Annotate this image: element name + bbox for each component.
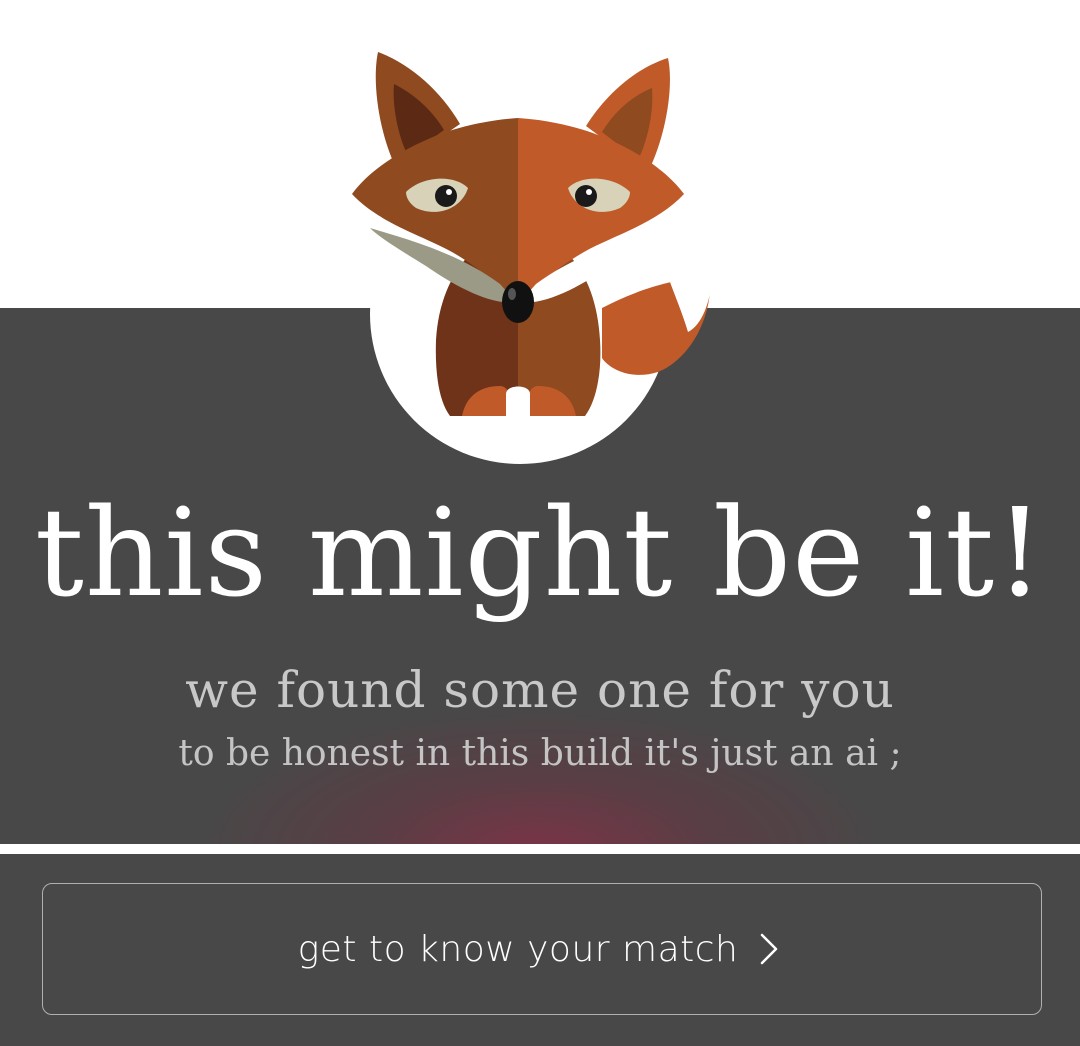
button-label: get to know your match [297,928,739,970]
disclaimer-note: to be honest in this build it's just an … [178,733,902,774]
divider [0,844,1080,854]
subheadline: we found some one for you [185,661,895,719]
fox-chest-notch [506,386,530,416]
get-to-know-match-button[interactable]: get to know your match [42,883,1042,1015]
fox-pupil-left [435,185,457,207]
headline: this might be it! [34,482,1046,624]
chevron-right-icon [761,933,778,965]
fox-pupil-right [575,185,597,207]
fox-mascot-icon [352,52,712,416]
fox-nose [502,281,534,323]
match-found-screen: this might be it! we found some one for … [0,0,1080,1046]
